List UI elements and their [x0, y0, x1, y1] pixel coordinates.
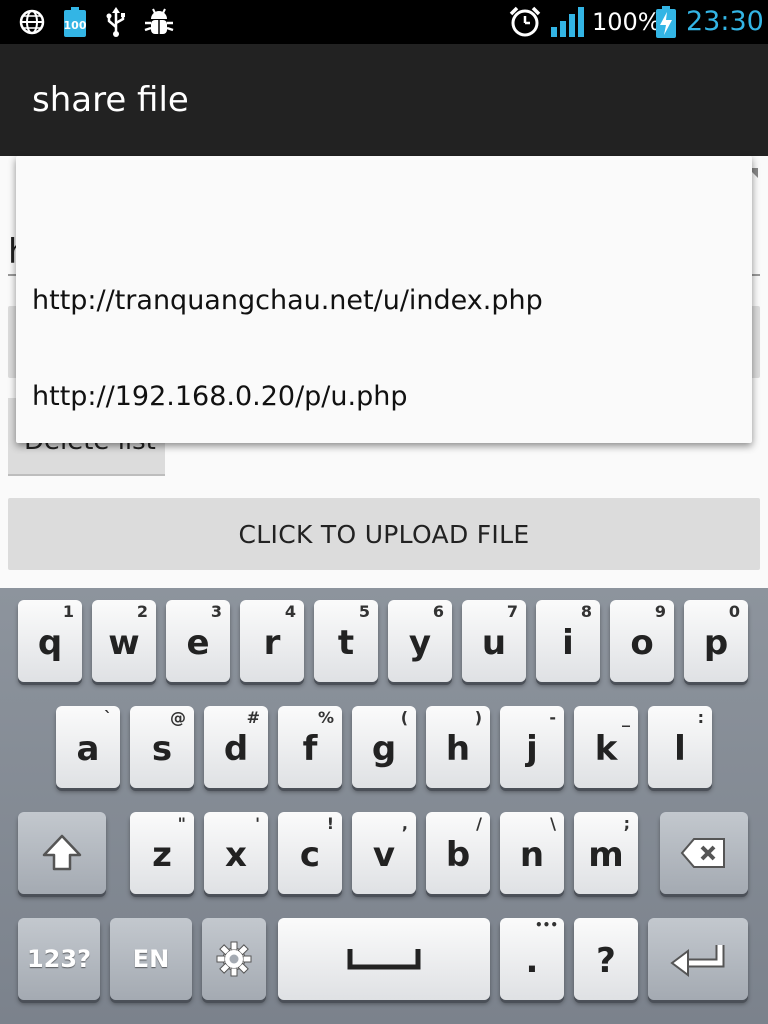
key-a[interactable]: a `: [56, 706, 120, 788]
key-n[interactable]: n \: [500, 812, 564, 894]
signal-icon: [550, 6, 586, 38]
battery-percent: 100%: [592, 8, 661, 36]
key-j[interactable]: j-: [500, 706, 564, 788]
key-k[interactable]: k _: [574, 706, 638, 788]
debug-bug-icon: [142, 6, 176, 38]
key-l[interactable]: l:: [648, 706, 712, 788]
key-s[interactable]: s @: [130, 706, 194, 788]
backspace-icon: [680, 838, 725, 868]
app-title: share file: [32, 80, 189, 120]
url-dropdown-popup: http://tranquangchau.net/u/index.php htt…: [16, 156, 752, 443]
key-i[interactable]: i8: [536, 600, 600, 682]
key-o[interactable]: o9: [610, 600, 674, 682]
enter-key[interactable]: [648, 918, 748, 1000]
key-f[interactable]: f%: [278, 706, 342, 788]
backspace-key[interactable]: [660, 812, 748, 894]
key-m[interactable]: m;: [574, 812, 638, 894]
dropdown-item[interactable]: [16, 156, 752, 252]
key-x[interactable]: x ': [204, 812, 268, 894]
dropdown-item[interactable]: http://tranquangchau.net/u/index.php: [16, 252, 752, 348]
symbols-key[interactable]: 123?: [18, 918, 100, 1000]
space-key[interactable]: [278, 918, 490, 1000]
shift-icon: [42, 834, 82, 871]
screen: 100 100% 23:30 share file h Delete list …: [0, 0, 768, 1024]
key-t[interactable]: t5: [314, 600, 378, 682]
battery-small-label: 100: [64, 19, 87, 32]
key-r[interactable]: r4: [240, 600, 304, 682]
key-v[interactable]: v,: [352, 812, 416, 894]
clock-time: 23:30: [686, 6, 764, 37]
settings-key[interactable]: [202, 918, 266, 1000]
key-h[interactable]: h): [426, 706, 490, 788]
key-z[interactable]: z ": [130, 812, 194, 894]
key-c[interactable]: c!: [278, 812, 342, 894]
soft-keyboard: q1 w2 e3 r4 t5 y6 u7 i8 o9 p0 a ` s @ d # f…: [0, 588, 768, 1024]
key-y[interactable]: y6: [388, 600, 452, 682]
key-q[interactable]: q1: [18, 600, 82, 682]
shift-key[interactable]: [18, 812, 106, 894]
action-bar: share file: [0, 44, 768, 156]
question-key[interactable]: ?: [574, 918, 638, 1000]
enter-icon: [670, 945, 725, 977]
gear-icon: [216, 941, 252, 977]
globe-icon: [16, 6, 48, 38]
key-u[interactable]: u7: [462, 600, 526, 682]
alarm-icon: [506, 6, 544, 38]
key-g[interactable]: g(: [352, 706, 416, 788]
battery-charging-icon: [654, 6, 678, 38]
key-p[interactable]: p0: [684, 600, 748, 682]
language-key[interactable]: EN: [110, 918, 192, 1000]
space-bar-icon: [347, 949, 421, 970]
upload-file-button[interactable]: CLICK TO UPLOAD FILE: [8, 498, 760, 570]
key-b[interactable]: b /: [426, 812, 490, 894]
dropdown-item[interactable]: http://192.168.0.20/p/u.php: [16, 348, 752, 444]
battery-small-icon: 100: [60, 6, 90, 38]
status-bar: 100 100% 23:30: [0, 0, 768, 44]
usb-icon: [104, 6, 128, 38]
key-w[interactable]: w2: [92, 600, 156, 682]
key-e[interactable]: e3: [166, 600, 230, 682]
period-key[interactable]: . •••: [500, 918, 564, 1000]
key-d[interactable]: d #: [204, 706, 268, 788]
